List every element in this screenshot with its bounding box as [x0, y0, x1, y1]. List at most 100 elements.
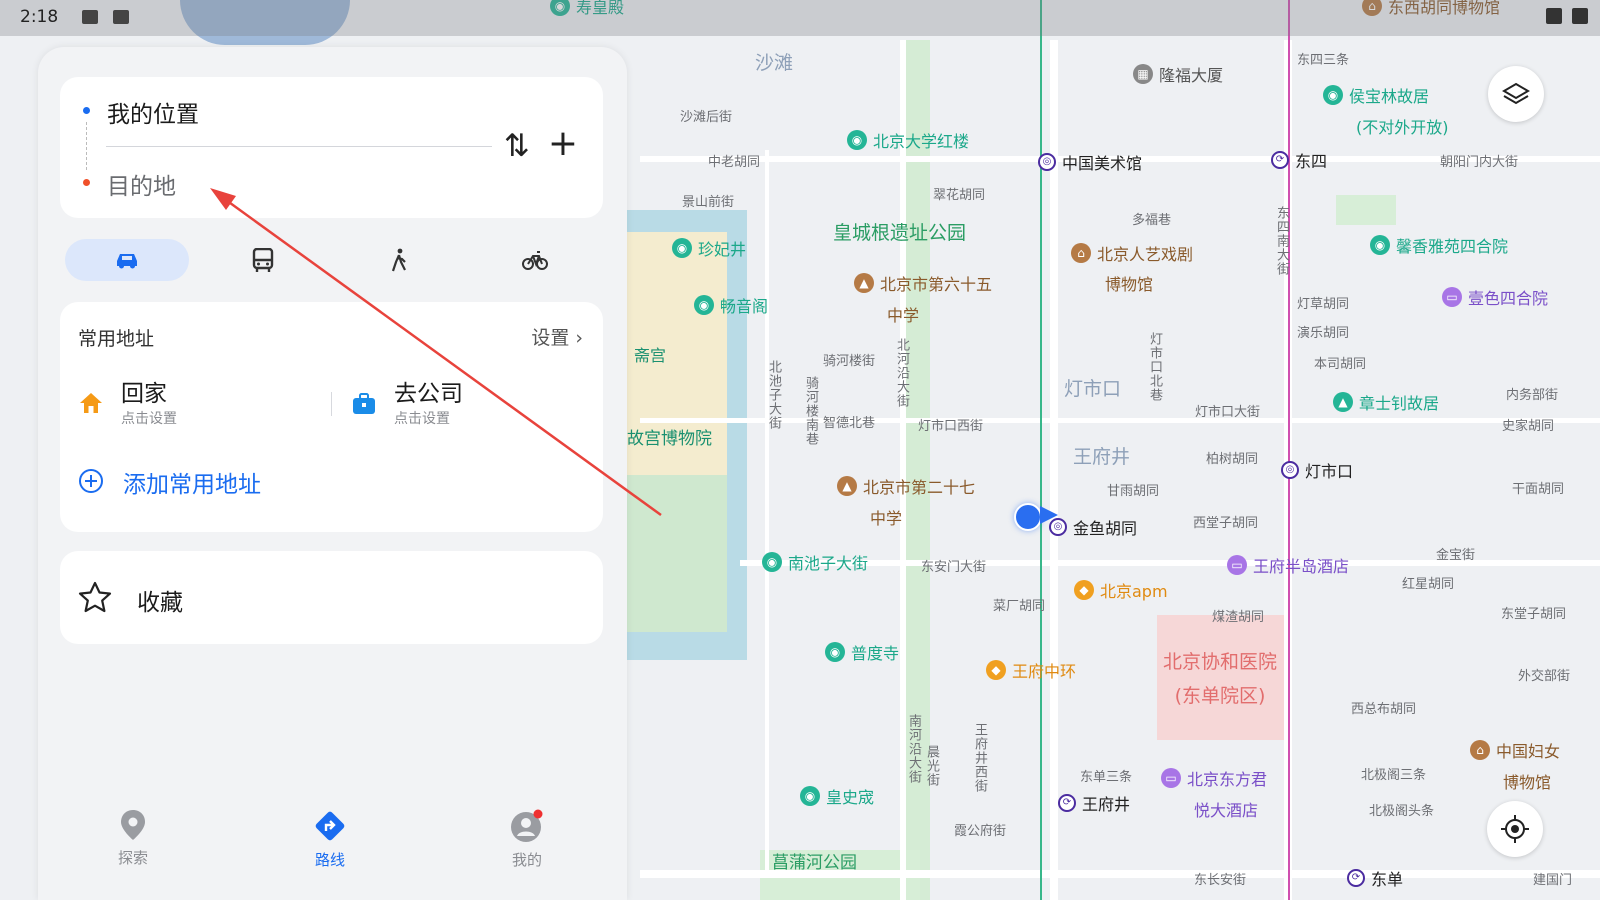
tab-label: 探索 [117, 849, 148, 867]
map-poi[interactable]: ⌂ 中国妇女 [1470, 738, 1560, 762]
layers-button[interactable] [1488, 66, 1544, 122]
metro-station[interactable]: ◎ 中国美术馆 [1038, 150, 1142, 174]
metro-station[interactable]: ⟳ 东单 [1347, 866, 1403, 890]
map-poi[interactable]: ◉ 畅音阁 [694, 293, 768, 317]
map-poi[interactable]: ◉ 南池子大街 [762, 550, 868, 574]
status-bar: 2:18 [0, 0, 1600, 36]
street-label: 外交部街 [1518, 669, 1571, 684]
street-label: 灯草胡同 [1297, 297, 1350, 312]
signal-icon [1572, 8, 1588, 24]
add-waypoint-button[interactable]: + [545, 126, 581, 163]
tab-label: 我的 [511, 851, 542, 869]
map-poi[interactable]: ◉ 馨香雅苑四合院 [1370, 233, 1508, 257]
status-time: 2:18 [20, 7, 59, 27]
favorites-label: 收藏 [137, 590, 183, 616]
mode-drive-tab[interactable] [65, 239, 189, 281]
map-poi[interactable]: ▲ 北京市第六十五 [854, 271, 992, 295]
street-label: 建国门 [1533, 873, 1573, 888]
map-poi: 博物馆 [1105, 275, 1154, 294]
destination-input[interactable]: 目的地 [107, 167, 176, 201]
avatar-icon [511, 809, 543, 842]
map-poi[interactable]: ▭ 王府半岛酒店 [1227, 553, 1349, 577]
area-label: 故宫博物院 [627, 429, 712, 449]
current-location-dot [1014, 503, 1042, 531]
mode-bike-tab[interactable] [473, 239, 597, 281]
layers-icon [1502, 82, 1530, 105]
area-label: 皇城根遗址公园 [833, 222, 967, 244]
street-label: 骑河楼街 [823, 354, 876, 369]
map-poi[interactable]: ▭ 壹色四合院 [1442, 285, 1548, 309]
street-label: 西堂子胡同 [1193, 516, 1259, 531]
home-address-item[interactable]: 回家 [121, 374, 167, 408]
map-poi[interactable]: ▲ 章士钊故居 [1333, 390, 1439, 414]
map-poi: 中学 [887, 306, 920, 325]
street-label: 沙滩后街 [680, 110, 733, 125]
swap-icon: ⇅ [504, 128, 530, 164]
favorites-card[interactable]: 收藏 [60, 551, 603, 644]
map-poi[interactable]: ◉ 侯宝林故居 [1323, 83, 1429, 107]
address-divider [331, 392, 332, 416]
street-label: 灯市口北巷 [1147, 332, 1162, 402]
tab-mine[interactable]: 我的 [497, 809, 557, 870]
park-patch [1336, 195, 1396, 225]
street-label: 翠花胡同 [933, 188, 986, 203]
map-poi[interactable]: ◉ 皇史宬 [800, 784, 874, 808]
street-label: 朝阳门内大街 [1440, 155, 1519, 170]
location-pin-icon [121, 810, 145, 840]
bus-icon [252, 248, 274, 272]
street-label: 东长安街 [1194, 873, 1247, 888]
work-address-item[interactable]: 去公司 [394, 374, 463, 408]
metro-station[interactable]: ⟳ 王府井 [1058, 791, 1130, 815]
common-address-settings-link[interactable]: 设置 › [531, 323, 583, 350]
car-icon [117, 254, 137, 269]
street-label: 灯市口大街 [1195, 405, 1261, 420]
street-label: 北极阁头条 [1369, 804, 1435, 819]
origin-dot-icon [83, 107, 90, 114]
map-poi[interactable]: ▦ 隆福大厦 [1133, 62, 1223, 86]
map-poi[interactable]: ◆ 王府中环 [986, 658, 1076, 682]
bike-icon [522, 251, 548, 270]
street-label: 骑河楼南巷 [803, 376, 818, 446]
map-poi[interactable]: ◉ 普度寺 [825, 640, 899, 664]
street-label: 东单三条 [1080, 770, 1133, 785]
mode-transit-tab[interactable] [201, 239, 325, 281]
origin-input[interactable]: 我的位置 [107, 95, 199, 129]
map-poi[interactable]: ▲ 北京市第二十七 [837, 474, 975, 498]
hospital-label: 北京协和医院 (东单院区) [1162, 651, 1277, 707]
metro-station[interactable]: ⟳ 东四 [1271, 148, 1327, 172]
street-label: 北池子大街 [766, 360, 781, 430]
route-panel: 我的位置 目的地 ⇅ + 常用地址 设置 › 回家 点击设置 去公司 点击设置 … [38, 47, 627, 900]
map-poi: 中学 [870, 509, 903, 528]
metro-line-green [1040, 0, 1042, 900]
briefcase-icon [352, 393, 376, 419]
map-poi[interactable]: ⌂ 北京人艺戏剧 [1071, 241, 1193, 265]
street-label: 南河沿大街 [906, 714, 921, 784]
street-label: 晨光街 [924, 745, 939, 787]
street-label: 红星胡同 [1402, 577, 1455, 592]
metro-station[interactable]: ◎ 金鱼胡同 [1049, 515, 1137, 539]
area-label: 斋宫 [634, 346, 667, 365]
street-label: 景山前街 [682, 195, 735, 210]
swap-route-button[interactable]: ⇅ [503, 129, 531, 165]
walk-icon [391, 248, 406, 272]
map-poi[interactable]: ◉ 珍妃井 [672, 236, 746, 260]
tab-route[interactable]: 路线 [300, 809, 360, 870]
map-poi[interactable]: ◉ 北京大学红楼 [847, 128, 969, 152]
add-common-address-button[interactable]: 添加常用地址 [123, 465, 261, 499]
street-label: 西总布胡同 [1351, 702, 1417, 717]
travel-mode-tabs [65, 239, 609, 281]
metro-line-pink [1288, 0, 1290, 900]
map-poi[interactable]: ◆ 北京apm [1074, 578, 1168, 602]
tab-explore[interactable]: 探索 [103, 809, 163, 868]
street-label: 内务部街 [1506, 388, 1559, 403]
map-poi[interactable]: ▭ 北京东方君 [1161, 766, 1267, 790]
locate-button[interactable] [1487, 801, 1543, 857]
street-label: 东安门大街 [921, 560, 987, 575]
street-label: 多福巷 [1132, 213, 1172, 228]
work-address-hint: 点击设置 [394, 411, 450, 427]
mode-walk-tab[interactable] [337, 239, 461, 281]
metro-station[interactable]: ◎ 灯市口 [1281, 458, 1353, 482]
image-notification-icon [82, 10, 98, 24]
plus-icon: + [547, 123, 579, 164]
street-label: 中老胡同 [708, 155, 761, 170]
